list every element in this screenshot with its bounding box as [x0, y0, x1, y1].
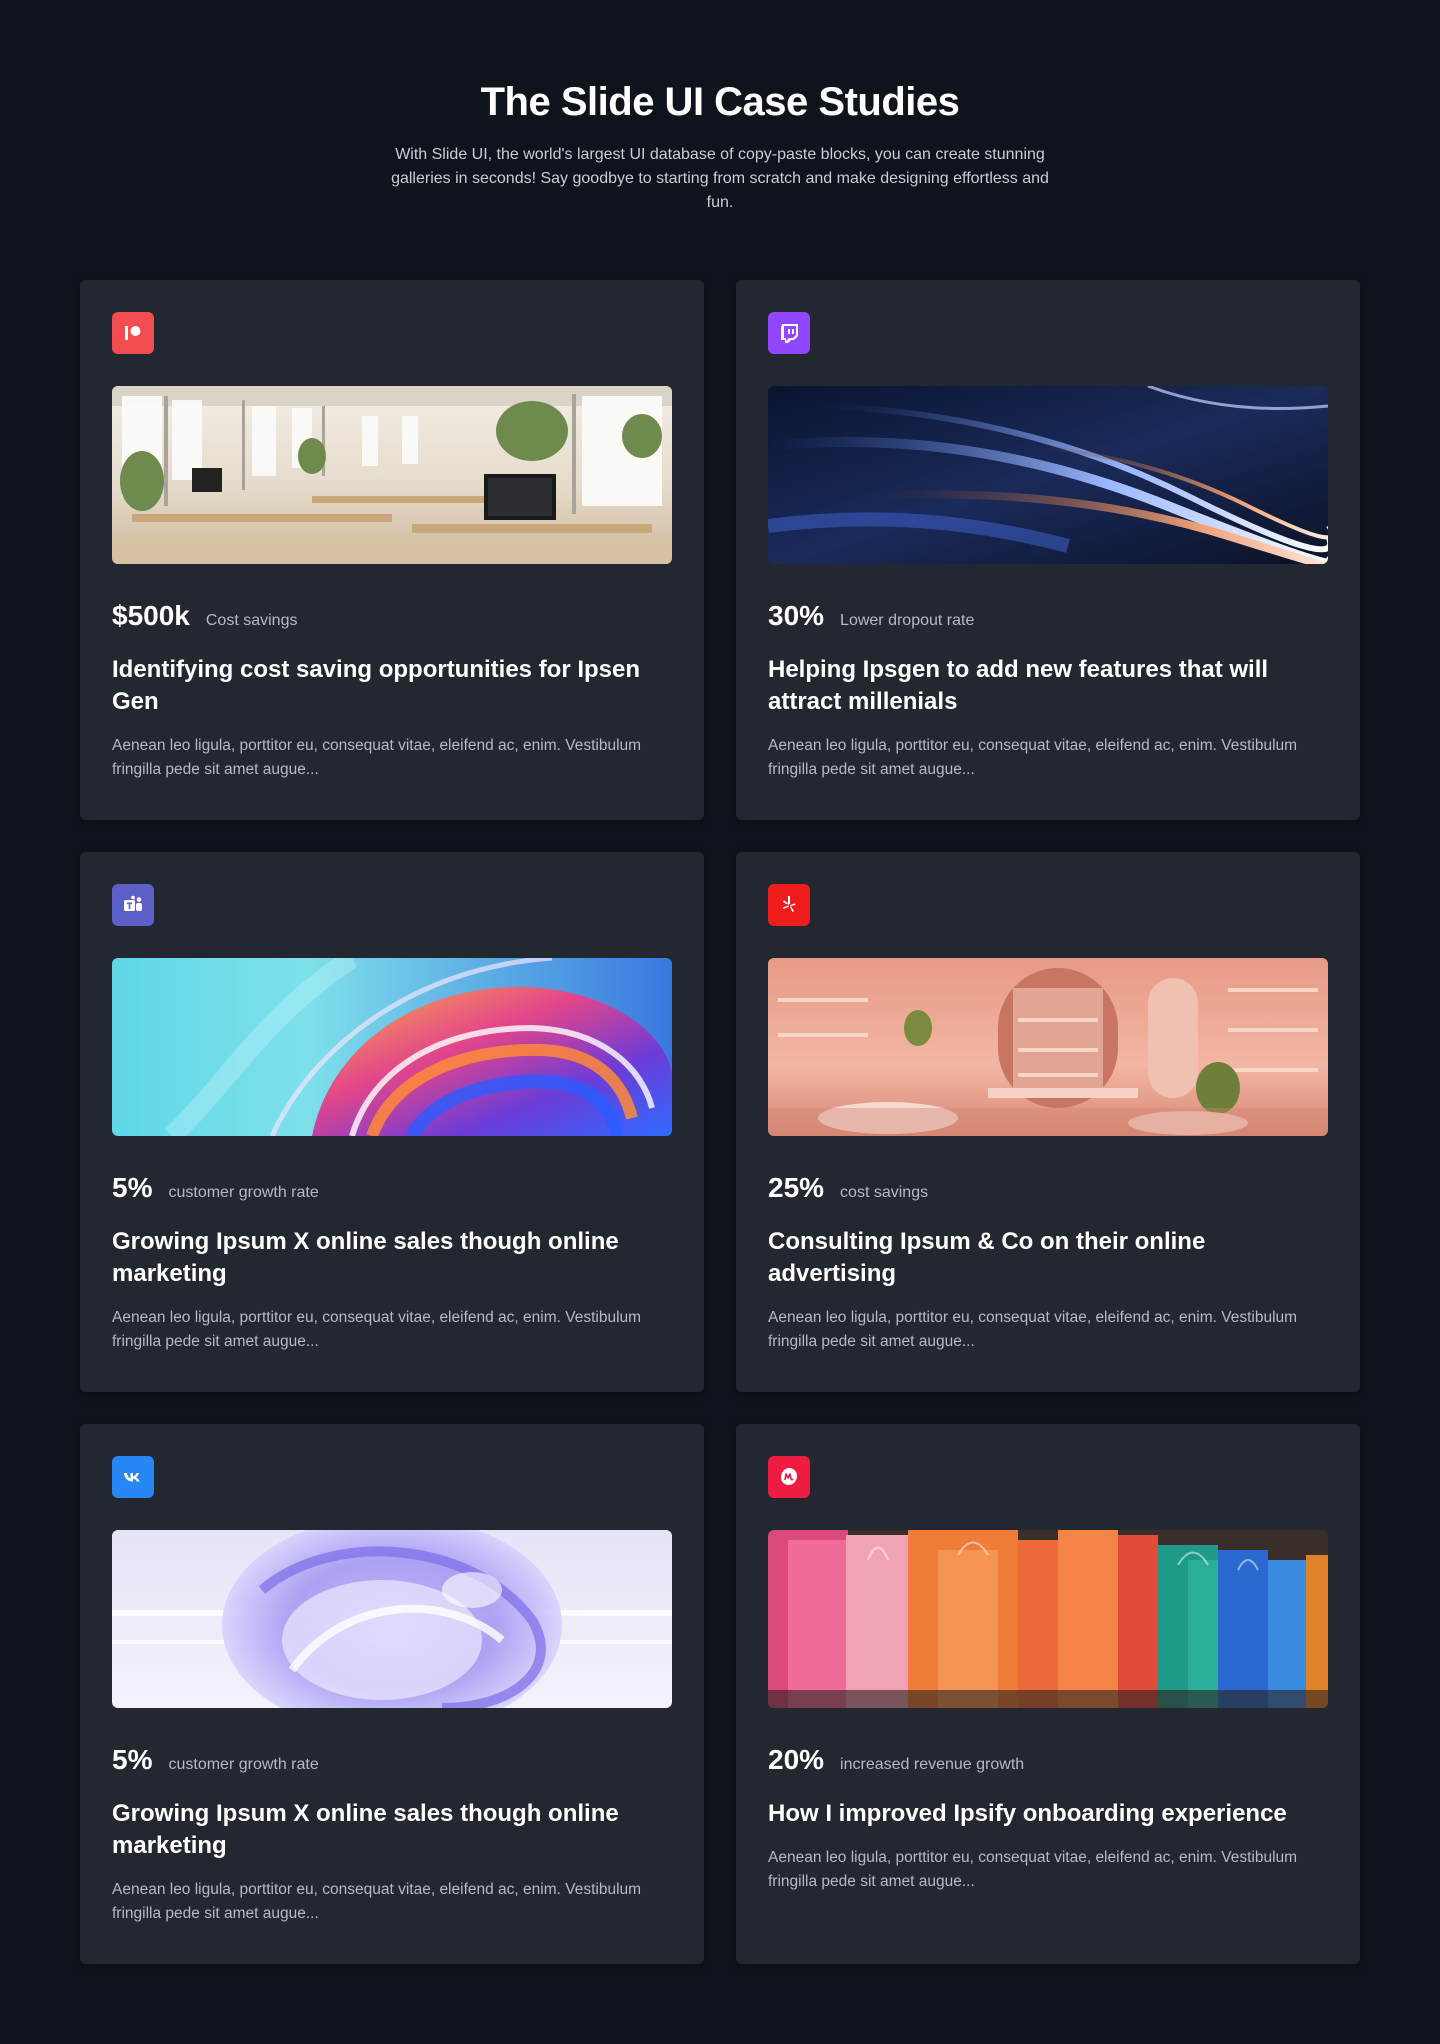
stat-label: cost savings — [840, 1184, 929, 1201]
stat-row: 30% Lower dropout rate — [768, 600, 1328, 632]
card-title[interactable]: Identifying cost saving opportunities fo… — [112, 654, 672, 718]
stat-row: 5% customer growth rate — [112, 1744, 672, 1776]
case-study-card[interactable]: $500k Cost savings Identifying cost savi… — [80, 280, 704, 820]
teams-icon — [112, 884, 154, 926]
card-title[interactable]: Consulting Ipsum & Co on their online ad… — [768, 1226, 1328, 1290]
stat-row: 5% customer growth rate — [112, 1172, 672, 1204]
stat-value: 30% — [768, 600, 825, 631]
stat-row: $500k Cost savings — [112, 600, 672, 632]
stat-label: Lower dropout rate — [840, 612, 975, 629]
stat-label: customer growth rate — [168, 1756, 319, 1773]
card-description: Aenean leo ligula, porttitor eu, consequ… — [768, 737, 1298, 778]
card-description: Aenean leo ligula, porttitor eu, consequ… — [112, 737, 642, 778]
glass-sphere-image — [112, 1530, 672, 1708]
stat-label: customer growth rate — [168, 1184, 319, 1201]
case-study-card[interactable]: 20% increased revenue growth How I impro… — [736, 1424, 1360, 1964]
stat-label: Cost savings — [205, 612, 298, 629]
card-title[interactable]: Growing Ipsum X online sales though onli… — [112, 1798, 672, 1862]
shopping-bags-image — [768, 1530, 1328, 1708]
patreon-icon — [112, 312, 154, 354]
twitch-icon — [768, 312, 810, 354]
page-title: The Slide UI Case Studies — [480, 80, 960, 124]
stat-row: 20% increased revenue growth — [768, 1744, 1328, 1776]
office-interior-image — [112, 386, 672, 564]
vk-icon — [112, 1456, 154, 1498]
stat-value: 25% — [768, 1172, 825, 1203]
page-subtitle: With Slide UI, the world's largest UI da… — [391, 146, 1049, 211]
case-study-card[interactable]: 30% Lower dropout rate Helping Ipsgen to… — [736, 280, 1360, 820]
stat-value: 5% — [112, 1744, 153, 1775]
card-description: Aenean leo ligula, porttitor eu, consequ… — [112, 1881, 642, 1922]
iridescent-swirl-image — [112, 958, 672, 1136]
stat-value: $500k — [112, 600, 190, 631]
stat-value: 5% — [112, 1172, 153, 1203]
yelp-icon — [768, 884, 810, 926]
case-studies-grid: $500k Cost savings Identifying cost savi… — [80, 280, 1360, 1964]
page: The Slide UI Case Studies With Slide UI,… — [0, 0, 1440, 2044]
card-title[interactable]: How I improved Ipsify onboarding experie… — [768, 1798, 1328, 1830]
case-study-card[interactable]: 5% customer growth rate Growing Ipsum X … — [80, 1424, 704, 1964]
abstract-blue-streaks-image — [768, 386, 1328, 564]
card-description: Aenean leo ligula, porttitor eu, consequ… — [768, 1849, 1298, 1890]
card-title[interactable]: Growing Ipsum X online sales though onli… — [112, 1226, 672, 1290]
meetup-icon — [768, 1456, 810, 1498]
page-header: The Slide UI Case Studies With Slide UI,… — [0, 0, 1440, 215]
case-study-card[interactable]: 5% customer growth rate Growing Ipsum X … — [80, 852, 704, 1392]
case-study-card[interactable]: 25% cost savings Consulting Ipsum & Co o… — [736, 852, 1360, 1392]
stat-label: increased revenue growth — [840, 1756, 1025, 1773]
stat-row: 25% cost savings — [768, 1172, 1328, 1204]
pink-store-interior-image — [768, 958, 1328, 1136]
card-description: Aenean leo ligula, porttitor eu, consequ… — [112, 1309, 642, 1350]
card-description: Aenean leo ligula, porttitor eu, consequ… — [768, 1309, 1298, 1350]
stat-value: 20% — [768, 1744, 825, 1775]
card-title[interactable]: Helping Ipsgen to add new features that … — [768, 654, 1328, 718]
